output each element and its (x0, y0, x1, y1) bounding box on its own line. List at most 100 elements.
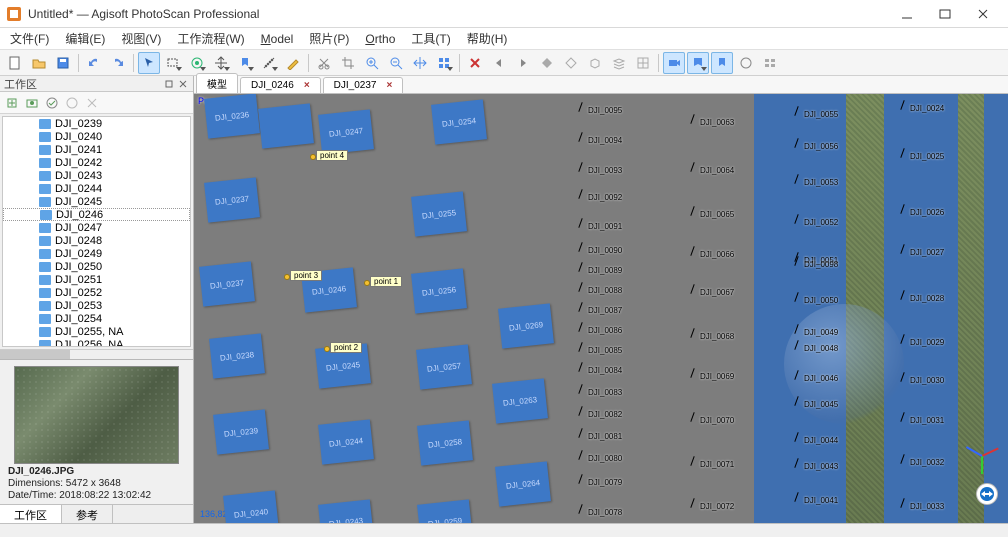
draw-tool-button[interactable] (282, 52, 304, 74)
crop-button[interactable] (337, 52, 359, 74)
tree-item[interactable]: DJI_0256, NA (3, 338, 190, 347)
tree-item[interactable]: DJI_0254 (3, 312, 190, 325)
disable-button[interactable] (62, 93, 82, 113)
tree-item[interactable]: DJI_0239 (3, 117, 190, 130)
tree-item[interactable]: DJI_0255, NA (3, 325, 190, 338)
camera-tile[interactable]: DJI_0256 (411, 268, 467, 313)
tree-item[interactable]: DJI_0251 (3, 273, 190, 286)
menu-file[interactable]: 文件(F) (2, 28, 57, 49)
tree-item[interactable]: DJI_0253 (3, 299, 190, 312)
menu-view[interactable]: 视图(V) (113, 28, 169, 49)
tree-item[interactable]: DJI_0240 (3, 130, 190, 143)
viewport-tab-2[interactable]: DJI_0237× (323, 77, 404, 93)
camera-tile[interactable]: DJI_0247 (318, 109, 374, 154)
camera-tile[interactable]: DJI_0264 (495, 461, 551, 506)
menu-edit[interactable]: 编辑(E) (57, 28, 113, 49)
marker-label[interactable]: point 4 (316, 150, 348, 161)
show-trackball-button[interactable] (735, 52, 757, 74)
camera-tile[interactable]: DJI_0257 (416, 344, 472, 389)
mesh-tool-button[interactable] (186, 52, 208, 74)
model-viewport[interactable]: Perspective 0° 136,825 points DJI_0236DJ… (194, 94, 1008, 523)
viewport-tab-model[interactable]: 模型 (196, 73, 238, 93)
show-region-button[interactable] (711, 52, 733, 74)
tree-item[interactable]: DJI_0243 (3, 169, 190, 182)
panel-close-button[interactable] (177, 78, 189, 90)
marker-label[interactable]: point 2 (330, 342, 362, 353)
menu-workflow[interactable]: 工作流程(W) (169, 28, 252, 49)
camera-tile[interactable]: DJI_0243 (318, 499, 374, 523)
sidebar-tab-workspace[interactable]: 工作区 (0, 505, 62, 523)
layers-button[interactable] (608, 52, 630, 74)
camera-tile[interactable]: DJI_0263 (492, 378, 548, 423)
workspace-tree[interactable]: DJI_0239DJI_0240DJI_0241DJI_0242DJI_0243… (2, 116, 191, 347)
navigate-tool-button[interactable] (138, 52, 160, 74)
tree-item[interactable]: DJI_0249 (3, 247, 190, 260)
tree-item[interactable]: DJI_0250 (3, 260, 190, 273)
cube-button[interactable] (584, 52, 606, 74)
open-button[interactable] (28, 52, 50, 74)
camera-tile[interactable]: DJI_0259 (417, 499, 473, 523)
camera-tile[interactable]: DJI_0269 (498, 303, 554, 348)
tree-item[interactable]: DJI_0248 (3, 234, 190, 247)
camera-tile[interactable]: DJI_0254 (431, 99, 487, 144)
delete-button[interactable] (464, 52, 486, 74)
show-markers-button[interactable] (687, 52, 709, 74)
sidebar-tab-reference[interactable]: 参考 (62, 505, 113, 523)
fit-view-button[interactable] (409, 52, 431, 74)
menu-photo[interactable]: 照片(P) (301, 28, 357, 49)
tree-item[interactable]: DJI_0246 (3, 208, 190, 221)
close-icon[interactable]: × (304, 80, 310, 91)
menu-model[interactable]: Model (253, 30, 302, 48)
window-close-button[interactable] (964, 3, 1002, 25)
marker-label[interactable]: point 1 (370, 276, 402, 287)
cut-button[interactable] (313, 52, 335, 74)
tree-item[interactable]: DJI_0252 (3, 286, 190, 299)
axis-gizmo[interactable] (966, 439, 1002, 475)
camera-tile[interactable]: DJI_0237 (204, 177, 260, 222)
add-photos-button[interactable] (22, 93, 42, 113)
menu-ortho[interactable]: Ortho (357, 30, 403, 48)
rect-select-tool-button[interactable] (162, 52, 184, 74)
close-icon[interactable]: × (386, 80, 392, 91)
tree-item[interactable]: DJI_0244 (3, 182, 190, 195)
camera-tile[interactable] (258, 103, 314, 148)
camera-tile[interactable]: DJI_0236 (204, 94, 260, 139)
camera-tile[interactable]: DJI_0255 (411, 191, 467, 236)
marker-point[interactable] (324, 346, 330, 352)
view-preset-button[interactable] (433, 52, 455, 74)
window-minimize-button[interactable] (888, 3, 926, 25)
camera-tile[interactable]: DJI_0258 (417, 420, 473, 465)
tree-item[interactable]: DJI_0241 (3, 143, 190, 156)
enable-button[interactable] (42, 93, 62, 113)
next-button[interactable] (512, 52, 534, 74)
panel-float-button[interactable] (163, 78, 175, 90)
move-tool-button[interactable] (210, 52, 232, 74)
window-maximize-button[interactable] (926, 3, 964, 25)
tree-item[interactable]: DJI_0247 (3, 221, 190, 234)
undo-button[interactable] (83, 52, 105, 74)
marker-point[interactable] (364, 280, 370, 286)
menu-help[interactable]: 帮助(H) (459, 28, 516, 49)
marker-tool-button[interactable] (234, 52, 256, 74)
diamond-1-button[interactable] (536, 52, 558, 74)
prev-button[interactable] (488, 52, 510, 74)
marker-point[interactable] (284, 274, 290, 280)
remove-button[interactable] (82, 93, 102, 113)
zoom-in-button[interactable] (361, 52, 383, 74)
show-thumbnails-button[interactable] (759, 52, 781, 74)
diamond-2-button[interactable] (560, 52, 582, 74)
new-doc-button[interactable] (4, 52, 26, 74)
tree-item[interactable]: DJI_0242 (3, 156, 190, 169)
add-chunk-button[interactable] (2, 93, 22, 113)
camera-tile[interactable]: DJI_0238 (209, 333, 265, 378)
camera-tile[interactable]: DJI_0237 (199, 261, 255, 306)
measure-tool-button[interactable] (258, 52, 280, 74)
show-cameras-button[interactable] (663, 52, 685, 74)
redo-button[interactable] (107, 52, 129, 74)
grid-button[interactable] (632, 52, 654, 74)
marker-label[interactable]: point 3 (290, 270, 322, 281)
tree-item[interactable]: DJI_0245 (3, 195, 190, 208)
camera-tile[interactable]: DJI_0240 (223, 490, 279, 523)
teamviewer-icon[interactable] (976, 483, 998, 505)
save-button[interactable] (52, 52, 74, 74)
